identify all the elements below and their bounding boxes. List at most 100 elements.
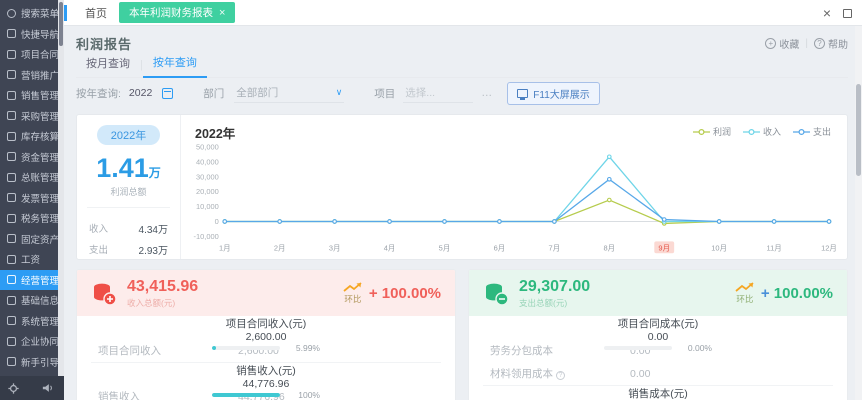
help-icon: ? — [814, 37, 825, 49]
tab-query-monthly[interactable]: 按月查询 — [76, 55, 140, 77]
business-icon — [7, 275, 16, 285]
income-card: 43,415.96 收入总额(元) 环比 + 100.00% 项目合同收入(元)… — [76, 269, 456, 400]
tab-query-yearly[interactable]: 按年查询 — [142, 54, 207, 78]
sidebar-item-procurement[interactable]: 采购管理 — [0, 106, 64, 127]
tab-profit-report[interactable]: 本年利润财务报表 × — [119, 2, 236, 23]
year-filter-value[interactable]: 2022 — [129, 87, 152, 99]
sidebar-item-funds[interactable]: 资金管理 — [0, 147, 64, 168]
income-card-body: 项目合同收入(元) 2,600.00 5.99% 项目合同收入 2,600.00 销售收入… — [77, 316, 455, 400]
profit-total-value: 1.41 — [96, 153, 149, 183]
row-label: 材料领用成本? — [483, 366, 630, 381]
sidebar-item-label: 销售管理 — [21, 91, 60, 103]
expense-trend-label: 环比 — [736, 293, 754, 304]
maximize-icon[interactable] — [843, 8, 852, 18]
legend-marker-icon — [692, 128, 710, 135]
summary-expense-row: 支出 2.93万 — [77, 242, 180, 257]
quick-nav-icon — [7, 29, 16, 39]
query-tabs: 按月查询 | 按年查询 — [76, 54, 848, 78]
row-value: 0.00 — [630, 367, 651, 380]
sidebar-item-fixed-asset[interactable]: 固定资产 — [0, 229, 64, 250]
summary-column: 2022年 1.41万 利润总额 收入 4.34万 支出 2.93万 — [77, 115, 181, 259]
fixed-asset-icon — [7, 234, 16, 244]
svg-text:20,000: 20,000 — [196, 187, 219, 196]
announcement-speaker-icon[interactable] — [42, 383, 54, 393]
calendar-icon[interactable] — [162, 87, 174, 99]
sidebar-item-guide[interactable]: 新手引导 — [0, 352, 64, 373]
svg-text:30,000: 30,000 — [196, 172, 219, 181]
sidebar-item-project-contract[interactable]: 项目合同 — [0, 44, 64, 65]
procurement-icon — [7, 111, 16, 121]
sidebar-item-marketing[interactable]: 营销推广 — [0, 65, 64, 86]
income-total: 43,415.96 — [127, 277, 199, 295]
tab-home[interactable]: 首页 — [73, 5, 119, 21]
tabbar-accent — [64, 4, 67, 21]
legend-item-收入[interactable]: 收入 — [742, 125, 781, 138]
sidebar-item-label: 发票管理 — [21, 193, 60, 205]
project-filter-label: 项目 — [374, 87, 396, 100]
summary-income-value: 4.34万 — [138, 225, 168, 236]
page-scrollbar[interactable] — [855, 26, 862, 400]
dept-filter-label: 部门 — [203, 87, 225, 100]
profit-total: 1.41万 — [96, 153, 161, 184]
sidebar-footer — [0, 376, 64, 400]
card-row: 项目合同成本(元) 0.00 0.00% — [483, 316, 833, 353]
marketing-icon — [7, 70, 16, 80]
income-trend: 环比 + 100.00% — [343, 281, 441, 305]
close-window-icon[interactable]: × — [823, 5, 831, 21]
svg-text:3月: 3月 — [329, 243, 341, 252]
sidebar-item-ledger[interactable]: 总账管理 — [0, 167, 64, 188]
svg-text:10月: 10月 — [711, 243, 727, 252]
sidebar-item-invoice[interactable]: 发票管理 — [0, 188, 64, 209]
row-value: 2,600.00 — [245, 331, 287, 343]
sidebar-item-label: 基础信息 — [21, 296, 60, 308]
filter-bar: 按年查询: 2022 部门 全部部门 ∨ 项目 选择... … F11大屏展示 — [76, 78, 848, 108]
trend-up-icon — [343, 281, 362, 292]
fullscreen-display-button[interactable]: F11大屏展示 — [507, 81, 600, 105]
inventory-icon — [7, 131, 16, 141]
year-pill[interactable]: 2022年 — [96, 125, 161, 145]
row-progress: 0.00% — [604, 343, 712, 353]
dept-select[interactable]: 全部部门 ∨ — [234, 83, 345, 103]
progress-bar — [212, 346, 280, 350]
income-trend-value: + 100.00% — [368, 284, 441, 302]
svg-text:6月: 6月 — [494, 243, 506, 252]
sidebar-item-inventory[interactable]: 库存核算 — [0, 126, 64, 147]
svg-text:11月: 11月 — [767, 243, 782, 252]
expense-card-header: 29,307.00 支出总额(元) 环比 + 100.00% — [469, 270, 847, 316]
sidebar-item-quick-nav[interactable]: 快捷导航 — [0, 24, 64, 45]
settings-gear-icon[interactable] — [8, 382, 19, 394]
sidebar-item-label: 新手引导 — [21, 357, 60, 369]
page-scrollbar-thumb[interactable] — [856, 84, 861, 176]
svg-text:12月: 12月 — [821, 243, 837, 252]
legend-item-支出[interactable]: 支出 — [792, 125, 831, 138]
sidebar-item-enterprise[interactable]: 企业协同 — [0, 331, 64, 352]
sidebar-scrollbar-thumb[interactable] — [59, 2, 63, 46]
close-tab-icon[interactable]: × — [219, 7, 225, 19]
project-input[interactable]: 选择... — [403, 83, 474, 103]
system-icon — [7, 316, 16, 326]
favorite-button[interactable]: + 收藏 — [765, 36, 799, 51]
sidebar-item-system[interactable]: 系统管理 — [0, 311, 64, 332]
expense-trend-value: + 100.00% — [760, 284, 833, 302]
main-area: 首页 本年利润财务报表 × × 利润报告 + 收藏 | ? 帮助 按月查询 | … — [64, 0, 862, 400]
sidebar-item-tax[interactable]: 税务管理 — [0, 208, 64, 229]
help-button[interactable]: ? 帮助 — [814, 36, 848, 51]
sidebar-item-basic-info[interactable]: 基础信息 — [0, 290, 64, 311]
salary-icon — [7, 254, 16, 264]
expense-card-body: 项目合同成本(元) 0.00 0.00% 劳务分包成本 0.00 材料领用成本? 0.00 销… — [469, 316, 847, 400]
card-row: 销售收入(元) 44,776.96 100% — [91, 362, 441, 400]
sidebar-item-business[interactable]: 经营管理 — [0, 269, 64, 290]
legend-item-利润[interactable]: 利润 — [692, 125, 731, 138]
line-chart[interactable]: 50,000 40,000 30,000 20,000 10,000 0 -10,0001月… — [185, 139, 841, 258]
row-label: 销售收入(元) — [236, 365, 296, 377]
income-card-header: 43,415.96 收入总额(元) 环比 + 100.00% — [77, 270, 455, 316]
more-options-icon[interactable]: … — [481, 87, 493, 99]
sidebar-item-salary[interactable]: 工资 — [0, 249, 64, 270]
sidebar-item-sales[interactable]: 销售管理 — [0, 85, 64, 106]
tax-icon — [7, 213, 16, 223]
line-chart-area: 2022年 利润 收入 支出 50,000 40,000 30,000 20,000 10,… — [181, 115, 847, 259]
help-label: 帮助 — [828, 39, 848, 51]
basic-info-icon — [7, 295, 16, 305]
sidebar-item-search[interactable]: 搜索菜单 — [0, 3, 64, 24]
info-icon[interactable]: ? — [556, 371, 565, 380]
